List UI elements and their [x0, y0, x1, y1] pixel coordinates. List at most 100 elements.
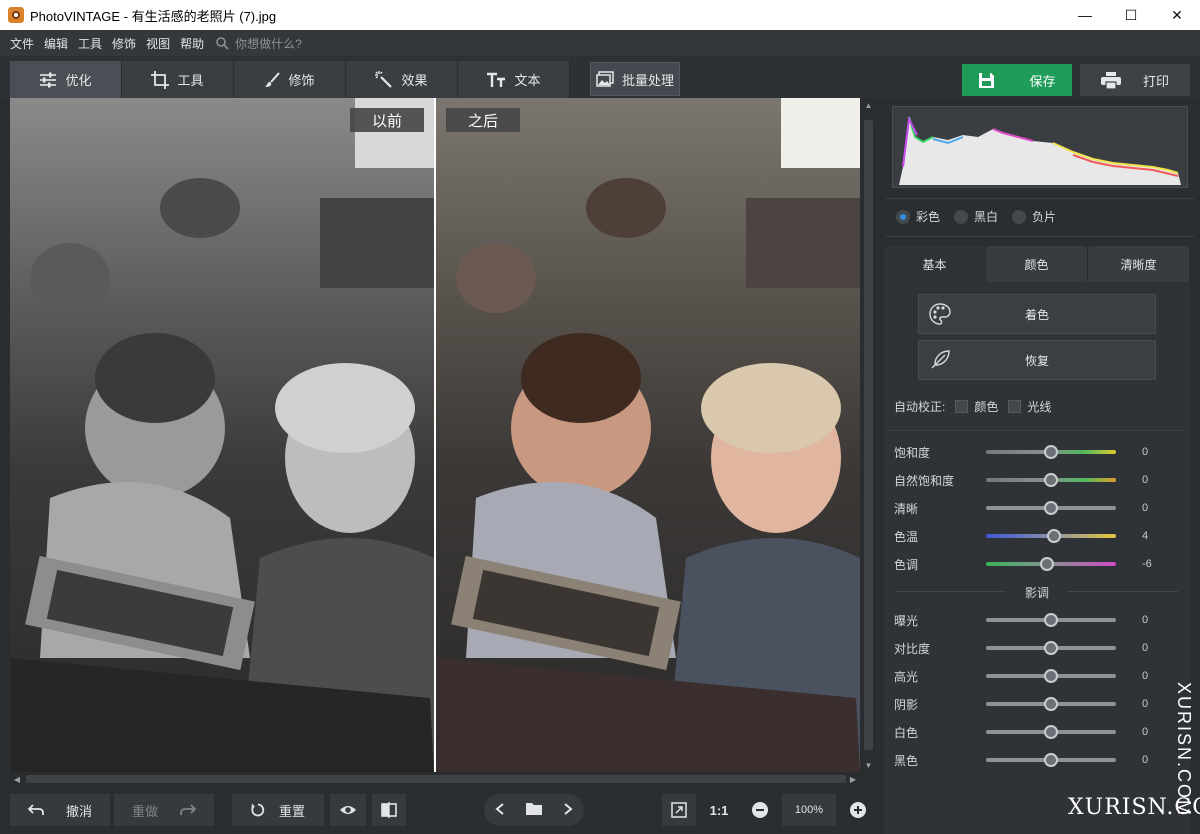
radio-bw[interactable] — [954, 209, 969, 224]
slider-handle[interactable] — [1046, 529, 1061, 543]
scroll-up-arrow-icon[interactable]: ▲ — [861, 98, 876, 112]
slider-handle[interactable] — [1044, 753, 1058, 767]
slider-value: 0 — [1142, 474, 1149, 486]
tab-retouch[interactable]: 修饰 — [234, 61, 346, 98]
tab-tools[interactable]: 工具 — [122, 61, 234, 98]
menu-tools[interactable]: 工具 — [78, 35, 102, 52]
photo-canvas[interactable]: 以前 之后 — [10, 98, 860, 772]
before-photo-image — [10, 98, 434, 772]
radio-negative[interactable] — [1012, 209, 1027, 224]
undo-button[interactable]: 撤消 — [10, 794, 110, 826]
toolbar: 优化 工具 修饰 效果 文本 批量处理 保存 打印 — [0, 56, 1200, 98]
app-logo-icon — [8, 7, 24, 23]
menu-retouch[interactable]: 修饰 — [112, 35, 136, 52]
slider-row: 饱和度 0 — [894, 442, 1184, 462]
slider-value: 0 — [1142, 698, 1149, 710]
menu-view[interactable]: 视图 — [146, 35, 170, 52]
fit-screen-button[interactable] — [662, 794, 696, 826]
panel-tabs: 基本 颜色 清晰度 — [884, 246, 1190, 282]
maximize-button[interactable]: ☐ — [1108, 0, 1154, 30]
slider-track[interactable] — [986, 697, 1116, 711]
vertical-scroll-thumb[interactable] — [864, 120, 873, 750]
colorize-button[interactable]: 着色 — [918, 294, 1156, 334]
slider-track[interactable] — [986, 473, 1116, 487]
scroll-left-arrow-icon[interactable]: ◀ — [10, 772, 24, 786]
actual-size-button[interactable]: 1:1 — [702, 794, 736, 826]
auto-light-checkbox[interactable] — [1008, 400, 1022, 413]
slider-handle[interactable] — [1044, 501, 1058, 515]
window-title: PhotoVINTAGE - 有生活感的老照片 (7).jpg — [30, 8, 277, 24]
slider-track[interactable] — [986, 445, 1116, 459]
slider-track[interactable] — [986, 501, 1116, 515]
slider-track[interactable] — [986, 613, 1116, 627]
tab-text[interactable]: 文本 — [458, 61, 570, 98]
menu-help[interactable]: 帮助 — [180, 35, 204, 52]
mode-bw[interactable]: 黑白 — [954, 208, 998, 225]
menu-file[interactable]: 文件 — [10, 35, 34, 52]
mode-color[interactable]: 彩色 — [896, 208, 940, 225]
reset-button[interactable]: 重置 — [232, 794, 324, 826]
slider-row: 阴影 0 — [894, 694, 1184, 714]
slider-handle[interactable] — [1044, 725, 1058, 739]
redo-label: 重做 — [131, 803, 158, 819]
close-window-button[interactable]: ✕ — [1154, 0, 1200, 30]
undo-label: 撤消 — [65, 803, 92, 819]
slider-handle[interactable] — [1044, 445, 1058, 459]
before-label: 以前 — [350, 108, 424, 132]
menu-search[interactable]: 你想做什么? — [216, 35, 302, 52]
slider-value: 0 — [1142, 670, 1149, 682]
tab-color[interactable]: 颜色 — [986, 246, 1087, 282]
slider-track[interactable] — [986, 529, 1116, 543]
text-icon — [486, 72, 506, 88]
zoom-in-button[interactable] — [842, 794, 874, 826]
previous-image-icon[interactable] — [495, 802, 505, 818]
redo-button[interactable]: 重做 — [114, 794, 214, 826]
save-button[interactable]: 保存 — [962, 64, 1072, 96]
mode-negative[interactable]: 负片 — [1012, 208, 1056, 225]
compare-view-button[interactable] — [372, 794, 406, 826]
tab-text-label: 文本 — [514, 73, 541, 88]
after-label: 之后 — [446, 108, 520, 132]
tab-tools-label: 工具 — [177, 73, 204, 88]
tab-clarity[interactable]: 清晰度 — [1088, 246, 1189, 282]
slider-handle[interactable] — [1044, 697, 1058, 711]
slider-track[interactable] — [986, 641, 1116, 655]
restore-button[interactable]: 恢复 — [918, 340, 1156, 380]
preview-toggle-button[interactable] — [330, 794, 366, 826]
slider-handle[interactable] — [1040, 557, 1055, 571]
horizontal-scroll-thumb[interactable] — [26, 775, 846, 783]
scroll-right-arrow-icon[interactable]: ▶ — [846, 772, 860, 786]
zoom-out-button[interactable] — [744, 794, 776, 826]
tab-basic[interactable]: 基本 — [884, 246, 985, 282]
palette-icon — [929, 303, 951, 325]
zoom-level-field[interactable]: 100% — [782, 794, 836, 826]
slider-track[interactable] — [986, 557, 1116, 571]
tab-enhance[interactable]: 优化 — [10, 61, 122, 98]
slider-handle[interactable] — [1044, 641, 1058, 655]
slider-label: 对比度 — [894, 641, 931, 656]
horizontal-scrollbar[interactable]: ◀ ▶ — [10, 772, 860, 786]
tab-effects[interactable]: 效果 — [346, 61, 458, 98]
auto-correct-label: 自动校正: — [894, 400, 946, 414]
slider-track[interactable] — [986, 725, 1116, 739]
slider-handle[interactable] — [1044, 669, 1058, 683]
slider-row: 清晰 0 — [894, 498, 1184, 518]
next-image-icon[interactable] — [563, 802, 573, 818]
auto-color-checkbox[interactable] — [955, 400, 969, 413]
slider-handle[interactable] — [1044, 473, 1058, 487]
crop-icon — [151, 70, 170, 89]
slider-track[interactable] — [986, 669, 1116, 683]
slider-handle[interactable] — [1044, 613, 1058, 627]
radio-color[interactable] — [896, 209, 910, 224]
scroll-down-arrow-icon[interactable]: ▼ — [861, 758, 876, 772]
reset-icon — [251, 803, 265, 817]
print-button[interactable]: 打印 — [1080, 64, 1190, 96]
slider-track[interactable] — [986, 753, 1116, 767]
open-folder-icon[interactable] — [525, 802, 542, 818]
batch-process-button[interactable]: 批量处理 — [590, 62, 680, 96]
menu-edit[interactable]: 编辑 — [44, 35, 68, 52]
histogram — [892, 106, 1188, 188]
vertical-scrollbar[interactable]: ▲ ▼ — [861, 98, 876, 772]
minimize-button[interactable]: — — [1062, 0, 1108, 30]
colorize-label: 着色 — [1024, 307, 1049, 322]
